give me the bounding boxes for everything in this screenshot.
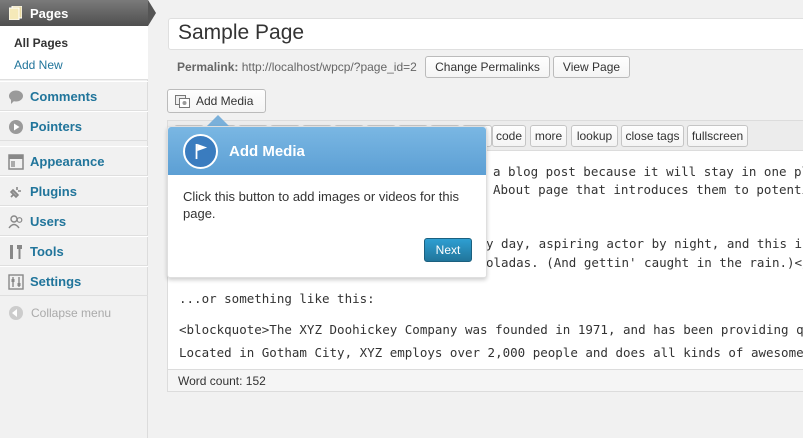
menu-item-label: Comments bbox=[30, 88, 98, 104]
content-line: Located in Gotham City, XYZ employs over… bbox=[179, 345, 803, 360]
permalink-row: Permalink: http://localhost/wpcp/?page_i… bbox=[177, 59, 417, 75]
view-page-button[interactable]: View Page bbox=[553, 56, 630, 78]
menu-item-label: Users bbox=[30, 213, 67, 229]
plug-icon bbox=[9, 187, 21, 199]
content-line: a blog post because it will stay in one … bbox=[493, 164, 803, 179]
content-line: About page that introduces them to poten… bbox=[493, 182, 803, 197]
pages-submenu: All Pages Add New bbox=[0, 26, 148, 80]
next-button[interactable]: Next bbox=[424, 238, 472, 262]
menu-item-label: Tools bbox=[30, 243, 64, 259]
change-permalinks-button[interactable]: Change Permalinks bbox=[425, 56, 550, 78]
collapse-menu-button[interactable]: Collapse menu bbox=[0, 300, 148, 326]
admin-sidebar: Pages All Pages Add New Comments Pointer… bbox=[0, 0, 156, 438]
users-icon bbox=[8, 215, 23, 229]
menu-item-tools[interactable]: Tools bbox=[0, 236, 148, 266]
menu-item-label: Settings bbox=[30, 273, 82, 289]
settings-icon bbox=[8, 274, 24, 290]
collapse-arrow-icon bbox=[9, 306, 23, 320]
content-line: y day, aspiring actor by night, and this… bbox=[486, 236, 803, 251]
pages-icon bbox=[9, 6, 22, 20]
menu-item-settings[interactable]: Settings bbox=[0, 266, 148, 296]
permalink-url: http://localhost/wpcp/?page_id=2 bbox=[241, 60, 417, 74]
content-line: <blockquote>The XYZ Doohickey Company wa… bbox=[179, 322, 803, 337]
title-input[interactable]: Sample Page bbox=[168, 18, 803, 50]
add-media-pointer: Add Media Click this button to add image… bbox=[167, 126, 487, 278]
flag-icon bbox=[183, 134, 218, 169]
media-icon bbox=[175, 95, 190, 108]
menu-item-comments[interactable]: Comments bbox=[0, 81, 148, 111]
tools-icon bbox=[10, 245, 22, 259]
menu-item-pages[interactable]: Pages bbox=[0, 0, 156, 26]
pointer-text: Click this button to add images or video… bbox=[183, 189, 460, 221]
menu-item-label: Appearance bbox=[30, 153, 105, 169]
menu-item-appearance[interactable]: Appearance bbox=[0, 146, 148, 176]
speech-bubble-icon bbox=[9, 90, 23, 104]
submenu-add-new[interactable]: Add New bbox=[14, 58, 63, 72]
toolbar-fullscreen-button[interactable]: fullscreen bbox=[687, 125, 748, 147]
content-line: ...or something like this: bbox=[179, 291, 375, 306]
toolbar-close-tags-button[interactable]: close tags bbox=[621, 125, 684, 147]
toolbar-lookup-button[interactable]: lookup bbox=[571, 125, 618, 147]
menu-item-pages-label: Pages bbox=[30, 5, 69, 21]
toolbar-more-button[interactable]: more bbox=[530, 125, 567, 147]
word-count: Word count: 152 bbox=[168, 369, 803, 391]
menu-item-plugins[interactable]: Plugins bbox=[0, 176, 148, 206]
submenu-all-pages[interactable]: All Pages bbox=[14, 36, 68, 50]
menu-item-label: Plugins bbox=[30, 183, 77, 199]
play-icon bbox=[9, 120, 23, 134]
menu-item-pointers[interactable]: Pointers bbox=[0, 111, 148, 141]
menu-item-users[interactable]: Users bbox=[0, 206, 148, 236]
layout-icon bbox=[8, 154, 24, 170]
content-line: oladas. (And gettin' caught in the rain.… bbox=[486, 255, 803, 270]
add-media-label: Add Media bbox=[196, 94, 254, 108]
add-media-button[interactable]: Add Media bbox=[167, 89, 266, 113]
collapse-menu-label: Collapse menu bbox=[31, 306, 112, 320]
pointer-title: Add Media bbox=[229, 143, 305, 160]
menu-item-label: Pointers bbox=[30, 118, 83, 134]
toolbar-code-button[interactable]: code bbox=[492, 125, 526, 147]
pointer-header: Add Media bbox=[168, 127, 486, 175]
permalink-label: Permalink: bbox=[177, 60, 239, 74]
